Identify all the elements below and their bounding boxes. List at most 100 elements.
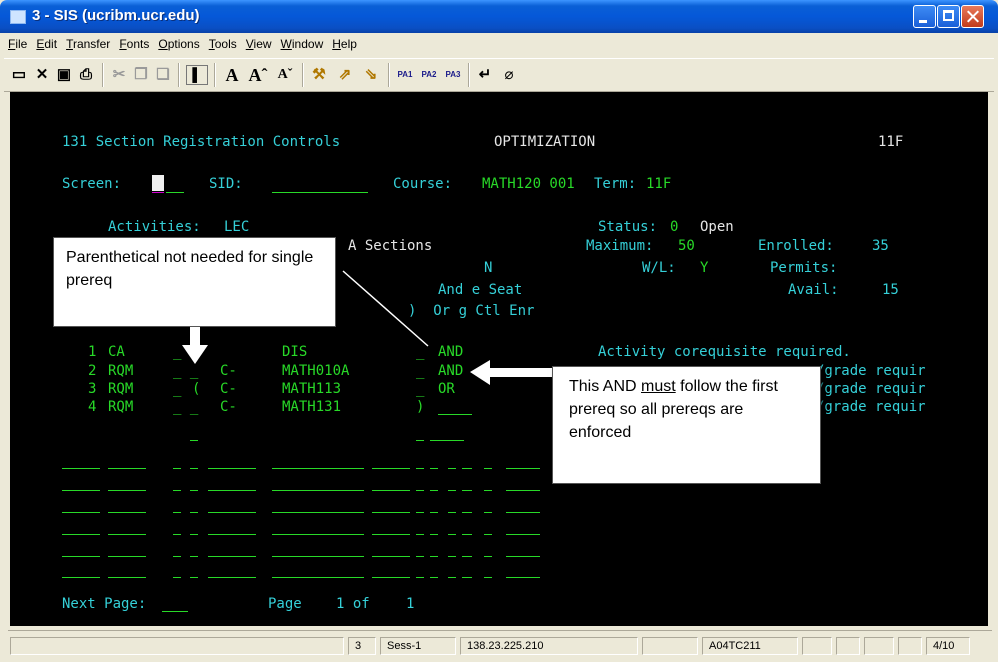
row-grade[interactable]: C- — [220, 398, 237, 416]
window-titlebar[interactable]: 3 - SIS (ucribm.ucr.edu) — [0, 0, 998, 33]
entry-field[interactable] — [190, 468, 198, 469]
entry-field[interactable] — [173, 577, 181, 578]
entry-field[interactable] — [208, 534, 256, 535]
eraser-icon[interactable]: ⌀ — [498, 65, 520, 85]
entry-field[interactable] — [430, 577, 438, 578]
entry-field[interactable] — [108, 468, 146, 469]
entry-field[interactable] — [372, 490, 410, 491]
entry-field[interactable] — [173, 556, 181, 557]
entry-field[interactable] — [430, 490, 438, 491]
entry-field[interactable] — [462, 556, 472, 557]
entry-field[interactable] — [462, 577, 472, 578]
row-grade[interactable]: C- — [220, 362, 237, 380]
entry-field[interactable] — [416, 577, 424, 578]
maximize-button[interactable] — [937, 5, 960, 28]
menu-view[interactable]: View — [242, 35, 277, 51]
entry-field[interactable] — [62, 534, 100, 535]
row-type[interactable]: CA — [108, 343, 125, 361]
entry-field[interactable] — [372, 512, 410, 513]
menu-edit[interactable]: Edit — [32, 35, 62, 51]
font-decrease-icon[interactable]: Aˇ — [274, 65, 296, 85]
entry-field[interactable] — [272, 490, 364, 491]
entry-field[interactable] — [272, 468, 364, 469]
menu-fonts[interactable]: Fonts — [115, 35, 154, 51]
entry-field[interactable] — [272, 556, 364, 557]
entry-field[interactable] — [108, 490, 146, 491]
font-icon[interactable]: A — [222, 65, 242, 85]
entry-field[interactable] — [372, 468, 410, 469]
entry-field[interactable] — [62, 556, 100, 557]
row-input-blank[interactable] — [430, 440, 464, 441]
entry-field[interactable] — [448, 534, 456, 535]
entry-field[interactable] — [372, 577, 410, 578]
enter-icon[interactable]: ↵ — [474, 65, 496, 85]
cut-icon[interactable]: ✂ — [110, 65, 128, 85]
entry-field[interactable] — [448, 512, 456, 513]
entry-field[interactable] — [62, 512, 100, 513]
entry-field[interactable] — [506, 468, 540, 469]
entry-field[interactable] — [484, 556, 492, 557]
entry-field[interactable] — [173, 512, 181, 513]
maximum-value[interactable]: 50 — [678, 237, 695, 255]
row-open-paren[interactable]: ( — [192, 380, 200, 398]
entry-field[interactable] — [484, 577, 492, 578]
entry-field[interactable] — [448, 556, 456, 557]
course-value[interactable]: MATH120 001 — [482, 175, 575, 193]
entry-field[interactable] — [506, 512, 540, 513]
row-conjunction[interactable]: AND — [438, 343, 463, 361]
save-icon[interactable]: ▣ — [54, 65, 74, 85]
row-open-paren[interactable]: _ _ — [173, 398, 198, 416]
entry-field[interactable] — [190, 534, 198, 535]
entry-field[interactable] — [484, 468, 492, 469]
terminal-screen[interactable]: 131 Section Registration Controls OPTIMI… — [10, 92, 988, 626]
entry-field[interactable] — [208, 512, 256, 513]
receive-file-icon[interactable]: ⇘ — [360, 65, 382, 85]
entry-field[interactable] — [484, 490, 492, 491]
entry-field[interactable] — [506, 577, 540, 578]
pa1-button[interactable]: PA1 — [394, 65, 416, 85]
row-close-paren[interactable]: _ — [416, 380, 424, 398]
entry-field[interactable] — [506, 534, 540, 535]
close-button[interactable] — [961, 5, 984, 28]
entry-field[interactable] — [462, 512, 472, 513]
row-open-paren-blank[interactable]: _ — [173, 380, 181, 398]
entry-field[interactable] — [173, 490, 181, 491]
entry-field[interactable] — [108, 512, 146, 513]
entry-field[interactable] — [173, 534, 181, 535]
row-close-paren[interactable]: _ — [416, 343, 424, 361]
entry-field[interactable] — [448, 490, 456, 491]
entry-field[interactable] — [190, 577, 198, 578]
entry-field[interactable] — [430, 512, 438, 513]
wl-value[interactable]: Y — [700, 259, 708, 277]
entry-field[interactable] — [430, 556, 438, 557]
entry-field[interactable] — [416, 556, 424, 557]
row-grade[interactable]: C- — [220, 380, 237, 398]
entry-field[interactable] — [416, 534, 424, 535]
row-input-blank[interactable] — [416, 440, 424, 441]
row-open-paren[interactable]: _ _ — [173, 362, 198, 380]
pa2-button[interactable]: PA2 — [418, 65, 440, 85]
row-close-paren[interactable]: ) — [416, 398, 424, 416]
row-course[interactable]: MATH010A — [282, 362, 349, 380]
entry-field[interactable] — [62, 468, 100, 469]
select-text-icon[interactable]: ▌ — [186, 65, 208, 85]
next-page-input[interactable] — [162, 611, 188, 612]
entry-field[interactable] — [372, 534, 410, 535]
entry-field[interactable] — [484, 512, 492, 513]
menu-window[interactable]: Window — [277, 35, 329, 51]
entry-field[interactable] — [416, 490, 424, 491]
font-increase-icon[interactable]: Aˆ — [246, 65, 270, 85]
row-course[interactable]: MATH131 — [282, 398, 341, 416]
row-course[interactable]: MATH113 — [282, 380, 341, 398]
entry-field[interactable] — [190, 556, 198, 557]
screen-input[interactable] — [152, 175, 164, 191]
entry-field[interactable] — [462, 534, 472, 535]
entry-field[interactable] — [272, 512, 364, 513]
entry-field[interactable] — [462, 490, 472, 491]
entry-field[interactable] — [506, 490, 540, 491]
row-type[interactable]: RQM — [108, 398, 133, 416]
entry-field[interactable] — [430, 468, 438, 469]
entry-field[interactable] — [448, 468, 456, 469]
minimize-button[interactable] — [913, 5, 936, 28]
entry-field[interactable] — [62, 490, 100, 491]
